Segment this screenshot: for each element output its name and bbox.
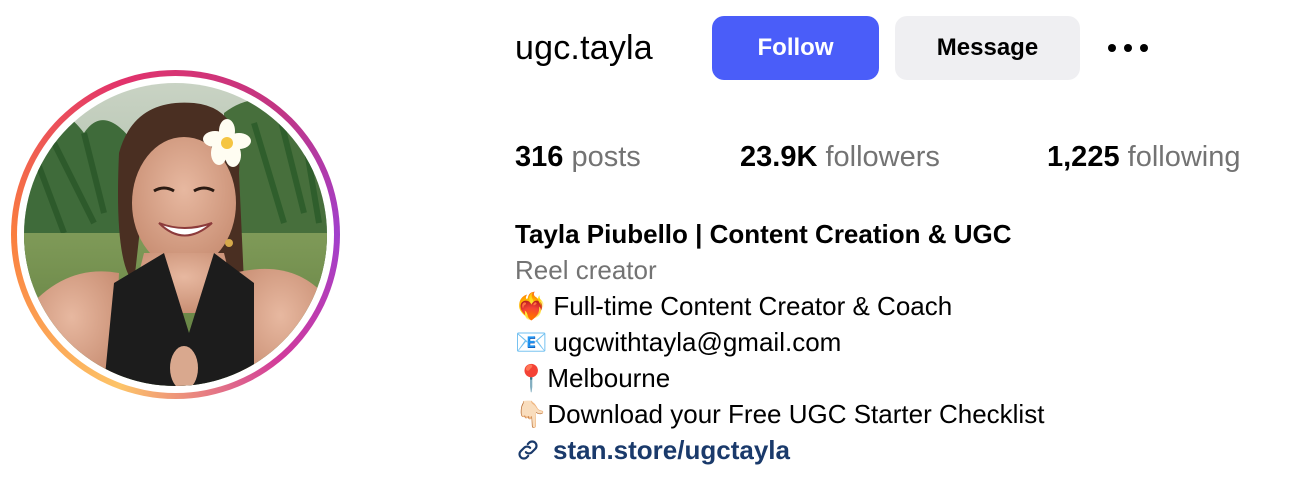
bio-line: 📧 ugcwithtayla@gmail.com: [515, 324, 1044, 360]
bio-line: 📍 Melbourne: [515, 360, 1044, 396]
more-options-icon[interactable]: [1100, 30, 1156, 66]
profile-username: ugc.tayla: [515, 29, 653, 67]
bio-full-name: Tayla Piubello | Content Creation & UGC: [515, 219, 1012, 249]
envelope-icon: 📧: [515, 327, 548, 357]
posts-label: posts: [571, 141, 641, 173]
more-dot: [1140, 44, 1148, 52]
message-button[interactable]: Message: [895, 16, 1080, 80]
more-dot: [1124, 44, 1132, 52]
profile-avatar[interactable]: [24, 83, 327, 386]
pushpin-icon: 📍: [515, 363, 548, 393]
following-label: following: [1127, 141, 1241, 173]
profile-bio: Tayla Piubello | Content Creation & UGC …: [515, 216, 1044, 468]
heart-on-fire-icon: ❤️‍🔥: [515, 291, 548, 321]
stat-posts: 316 posts: [515, 138, 641, 176]
bio-category: Reel creator: [515, 255, 657, 285]
pointing-down-icon: 👇🏻: [515, 399, 548, 429]
bio-line-text: Download your Free UGC Starter Checklist: [547, 399, 1045, 429]
followers-count: 23.9K: [740, 141, 818, 173]
more-dot: [1108, 44, 1116, 52]
avatar-ring-gap: [17, 76, 334, 393]
bio-link-row[interactable]: stan.store/ugctayla: [515, 432, 1044, 468]
bio-external-link[interactable]: stan.store/ugctayla: [553, 432, 790, 468]
bio-line-text: ugcwithtayla@gmail.com: [553, 327, 842, 357]
avatar-photo: [24, 83, 327, 386]
bio-line: ❤️‍🔥 Full-time Content Creator & Coach: [515, 288, 1044, 324]
bio-line-text: Full-time Content Creator & Coach: [553, 291, 953, 321]
posts-count: 316: [515, 141, 564, 173]
link-icon: [518, 440, 538, 460]
follow-button[interactable]: Follow: [712, 16, 879, 80]
avatar-story-ring[interactable]: [11, 70, 340, 399]
bio-line-text: Melbourne: [547, 363, 671, 393]
followers-label: followers: [825, 141, 940, 173]
stat-followers[interactable]: 23.9K followers: [740, 138, 940, 176]
following-count: 1,225: [1047, 141, 1120, 173]
bio-line: 👇🏻 Download your Free UGC Starter Checkl…: [515, 396, 1044, 432]
stat-following[interactable]: 1,225 following: [1047, 138, 1240, 176]
